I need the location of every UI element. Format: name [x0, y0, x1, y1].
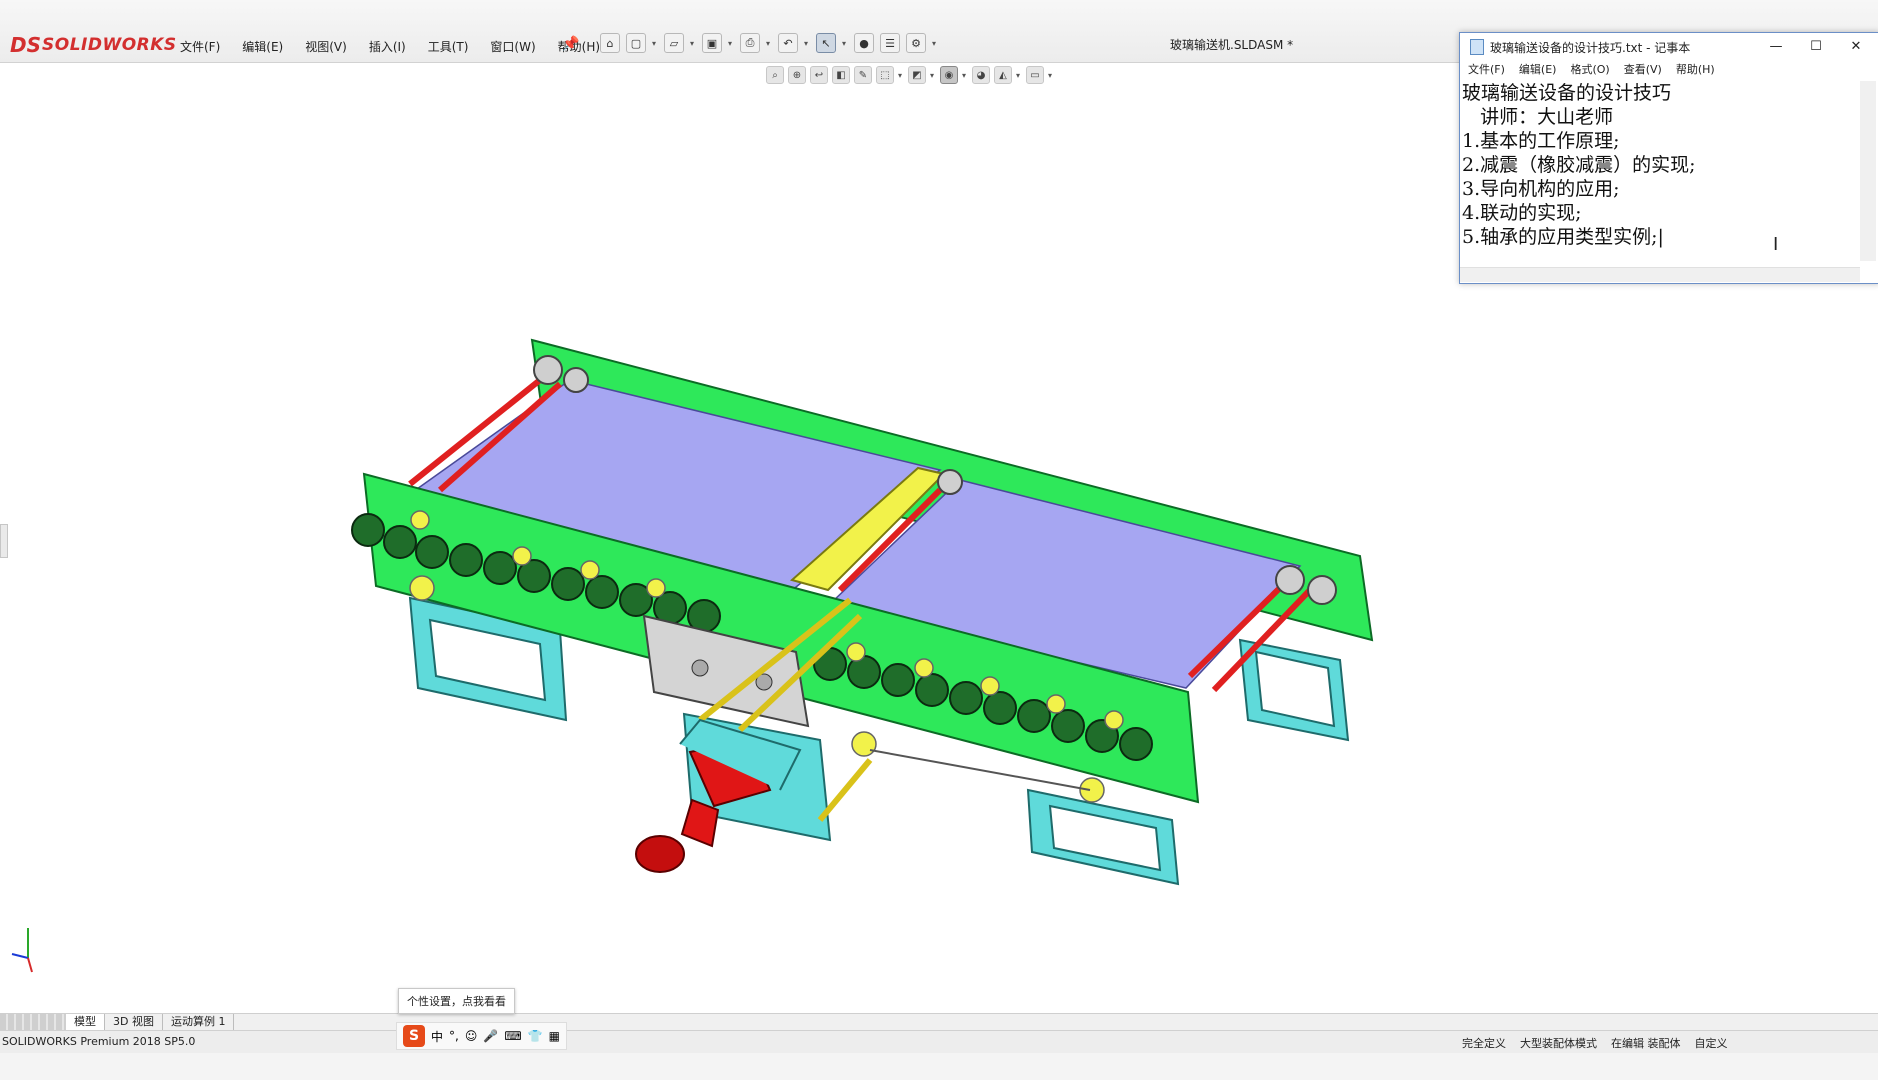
status-right: 完全定义 大型装配体模式 在编辑 装配体 自定义	[1462, 1035, 1728, 1051]
status-editing: 在编辑 装配体	[1611, 1037, 1681, 1050]
status-definition: 完全定义	[1462, 1037, 1506, 1050]
tab-3d-view[interactable]: 3D 视图	[105, 1014, 163, 1030]
bottom-tab-bar: 模型 3D 视图 运动算例 1	[0, 1013, 1878, 1030]
menu-window[interactable]: 窗口(W)	[486, 36, 539, 57]
chevron-down-icon[interactable]: ▾	[842, 39, 848, 48]
axes-triad	[11, 928, 33, 973]
status-units[interactable]: 自定义	[1695, 1035, 1728, 1051]
text-line: 3.导向机构的应用;	[1462, 178, 1620, 200]
ime-toolbar: S 中 °, ☺ 🎤 ⌨ 👕 ▦	[396, 1022, 567, 1050]
tab-scroll[interactable]	[0, 1014, 66, 1030]
minimize-button[interactable]: —	[1756, 35, 1796, 57]
sogou-logo-icon[interactable]: S	[403, 1025, 425, 1047]
menu-edit[interactable]: 编辑(E)	[238, 36, 287, 57]
np-menu-file[interactable]: 文件(F)	[1468, 61, 1505, 79]
text-line: 玻璃输送设备的设计技巧	[1462, 82, 1672, 104]
menu-insert[interactable]: 插入(I)	[365, 36, 410, 57]
np-menu-edit[interactable]: 编辑(E)	[1519, 61, 1557, 79]
document-title: 玻璃输送机.SLDASM *	[1170, 38, 1294, 52]
save-icon[interactable]: ▣	[702, 33, 722, 53]
options-icon[interactable]: ⚙	[906, 33, 926, 53]
chevron-down-icon[interactable]: ▾	[728, 39, 734, 48]
notepad-title-bar[interactable]: 玻璃输送设备的设计技巧.txt - 记事本 — ☐ ✕	[1460, 33, 1878, 59]
chevron-down-icon[interactable]: ▾	[932, 39, 938, 48]
text-line: 1.基本的工作原理;	[1462, 130, 1620, 152]
status-large-assembly: 大型装配体模式	[1520, 1037, 1597, 1050]
notepad-icon	[1470, 39, 1484, 55]
solidworks-logo[interactable]: DS SOLIDWORKS	[10, 28, 177, 62]
open-icon[interactable]: ▱	[664, 33, 684, 53]
notepad-window[interactable]: 玻璃输送设备的设计技巧.txt - 记事本 — ☐ ✕ 文件(F) 编辑(E) …	[1459, 32, 1878, 284]
chevron-down-icon[interactable]: ▾	[804, 39, 810, 48]
tab-model[interactable]: 模型	[66, 1014, 105, 1030]
brand-name: SOLIDWORKS	[42, 35, 177, 55]
maximize-button[interactable]: ☐	[1796, 35, 1836, 57]
chevron-down-icon[interactable]: ▾	[652, 39, 658, 48]
taskbar-area	[0, 1053, 1878, 1080]
ime-punctuation[interactable]: °,	[449, 1029, 459, 1043]
status-bar: SOLIDWORKS Premium 2018 SP5.0 完全定义 大型装配体…	[0, 1030, 1878, 1053]
text-line: 讲师：大山老师	[1462, 106, 1614, 128]
np-menu-view[interactable]: 查看(V)	[1624, 61, 1662, 79]
menu-tools[interactable]: 工具(T)	[424, 36, 473, 57]
ime-skin-icon[interactable]: 👕	[528, 1029, 543, 1043]
file-properties-icon[interactable]: ☰	[880, 33, 900, 53]
ime-emoji-icon[interactable]: ☺	[465, 1029, 478, 1043]
standard-toolbar: ⌂ ▢ ▾ ▱ ▾ ▣ ▾ ⎙ ▾ ↶ ▾ ↖ ▾ ● ☰ ⚙ ▾	[600, 33, 938, 53]
text-line: 2.减震（橡胶减震）的实现;	[1462, 154, 1696, 176]
ime-keyboard-icon[interactable]: ⌨	[504, 1029, 521, 1043]
notepad-text-area[interactable]: 玻璃输送设备的设计技巧 讲师：大山老师 1.基本的工作原理; 2.减震（橡胶减震）的…	[1462, 81, 1858, 259]
text-line: 5.轴承的应用类型实例;|	[1462, 226, 1664, 248]
horizontal-scrollbar[interactable]	[1460, 267, 1860, 282]
notepad-title: 玻璃输送设备的设计技巧.txt - 记事本	[1490, 41, 1691, 55]
rebuild-icon[interactable]: ●	[854, 33, 874, 53]
vertical-scrollbar[interactable]	[1860, 81, 1876, 261]
select-icon[interactable]: ↖	[816, 33, 836, 53]
product-version: SOLIDWORKS Premium 2018 SP5.0	[2, 1035, 196, 1048]
text-cursor-icon: I	[1773, 234, 1779, 255]
chevron-down-icon[interactable]: ▾	[766, 39, 772, 48]
ime-voice-icon[interactable]: 🎤	[483, 1029, 498, 1043]
menu-view[interactable]: 视图(V)	[301, 36, 351, 57]
close-button[interactable]: ✕	[1836, 35, 1876, 57]
menu-file[interactable]: 文件(F)	[176, 36, 224, 57]
text-line: 4.联动的实现;	[1462, 202, 1582, 224]
new-file-icon[interactable]: ▢	[626, 33, 646, 53]
tab-motion-study[interactable]: 运动算例 1	[163, 1014, 235, 1030]
chevron-down-icon[interactable]: ▾	[690, 39, 696, 48]
notepad-menu: 文件(F) 编辑(E) 格式(O) 查看(V) 帮助(H)	[1460, 61, 1878, 79]
np-menu-format[interactable]: 格式(O)	[1570, 61, 1609, 79]
print-icon[interactable]: ⎙	[740, 33, 760, 53]
ds-logo-icon: DS	[10, 33, 42, 57]
home-icon[interactable]: ⌂	[600, 33, 620, 53]
ime-chinese-mode[interactable]: 中	[431, 1028, 443, 1045]
ime-tooltip: 个性设置，点我看看	[398, 988, 515, 1014]
ime-toolbox-icon[interactable]: ▦	[549, 1029, 560, 1043]
undo-icon[interactable]: ↶	[778, 33, 798, 53]
main-menu: 文件(F) 编辑(E) 视图(V) 插入(I) 工具(T) 窗口(W) 帮助(H…	[176, 36, 604, 57]
np-menu-help[interactable]: 帮助(H)	[1676, 61, 1715, 79]
pin-menu-icon[interactable]: 📌	[562, 36, 579, 52]
